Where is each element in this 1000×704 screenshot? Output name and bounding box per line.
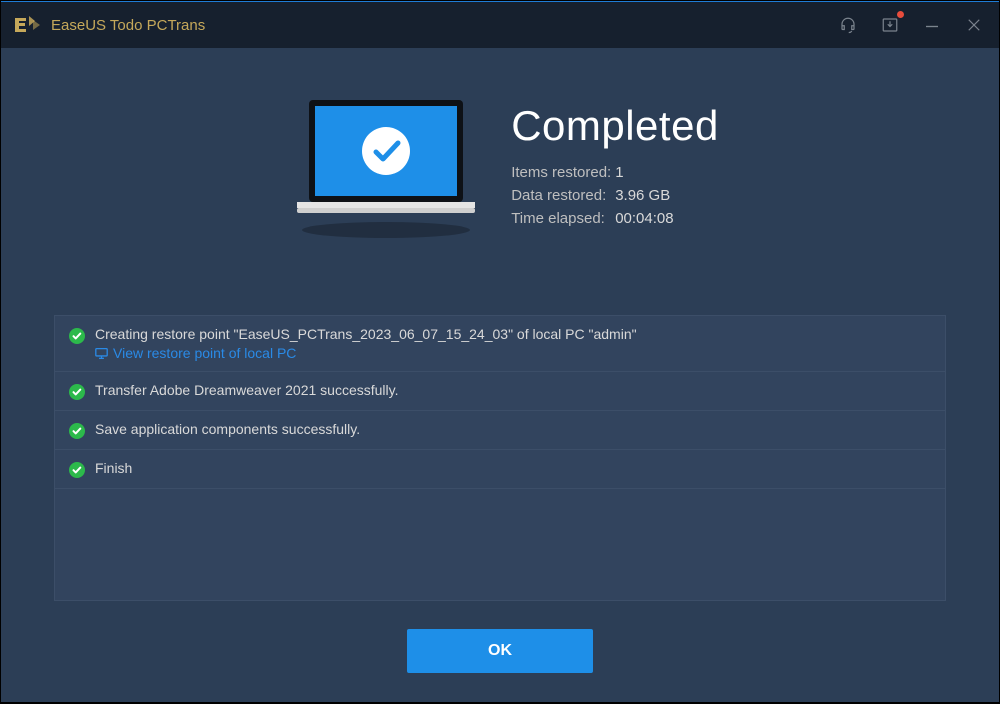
view-restore-point-link[interactable]: View restore point of local PC — [95, 345, 931, 361]
stat-value: 1 — [615, 164, 623, 181]
list-item-text: Finish — [95, 460, 931, 476]
app-window: EaseUS Todo PCTrans — [1, 1, 999, 702]
support-button[interactable] — [837, 14, 859, 36]
headset-icon — [839, 16, 857, 34]
stat-value: 00:04:08 — [615, 210, 673, 227]
laptop-icon — [291, 96, 481, 246]
titlebar: EaseUS Todo PCTrans — [1, 2, 999, 48]
monitor-icon — [95, 347, 108, 360]
stat-label: Data restored: — [511, 187, 615, 204]
summary-info: Completed Items restored: 1 Data restore… — [511, 96, 719, 233]
footer: OK — [407, 629, 593, 673]
inbox-button[interactable] — [879, 14, 901, 36]
stat-time-elapsed: Time elapsed: 00:04:08 — [511, 210, 719, 227]
notification-dot-icon — [897, 11, 904, 18]
check-circle-icon — [69, 423, 85, 439]
app-logo-icon — [15, 16, 41, 34]
stat-items-restored: Items restored: 1 — [511, 164, 719, 181]
list-item: Finish — [55, 450, 945, 489]
app-title: EaseUS Todo PCTrans — [51, 17, 205, 34]
list-item: Creating restore point "EaseUS_PCTrans_2… — [55, 316, 945, 372]
titlebar-actions — [837, 14, 985, 36]
hero: Completed Items restored: 1 Data restore… — [281, 96, 719, 251]
stat-data-restored: Data restored: 3.96 GB — [511, 187, 719, 204]
check-circle-icon — [69, 384, 85, 400]
step-list: Creating restore point "EaseUS_PCTrans_2… — [54, 315, 946, 601]
close-icon — [965, 16, 983, 34]
list-item-text: Creating restore point "EaseUS_PCTrans_2… — [95, 326, 931, 342]
ok-button[interactable]: OK — [407, 629, 593, 673]
list-item: Transfer Adobe Dreamweaver 2021 successf… — [55, 372, 945, 411]
sublink-label: View restore point of local PC — [113, 345, 296, 361]
minimize-button[interactable] — [921, 14, 943, 36]
inbox-icon — [881, 16, 899, 34]
minimize-icon — [923, 16, 941, 34]
check-circle-icon — [69, 462, 85, 478]
stat-label: Time elapsed: — [511, 210, 615, 227]
list-item-text: Transfer Adobe Dreamweaver 2021 successf… — [95, 382, 931, 398]
stat-label: Items restored: — [511, 164, 615, 181]
check-circle-icon — [69, 328, 85, 344]
app-logo: EaseUS Todo PCTrans — [15, 16, 205, 34]
close-button[interactable] — [963, 14, 985, 36]
content: Completed Items restored: 1 Data restore… — [1, 48, 999, 702]
laptop-illustration — [291, 96, 481, 251]
stat-value: 3.96 GB — [615, 187, 670, 204]
list-item-text: Save application components successfully… — [95, 421, 931, 437]
list-item: Save application components successfully… — [55, 411, 945, 450]
completed-heading: Completed — [511, 102, 719, 150]
